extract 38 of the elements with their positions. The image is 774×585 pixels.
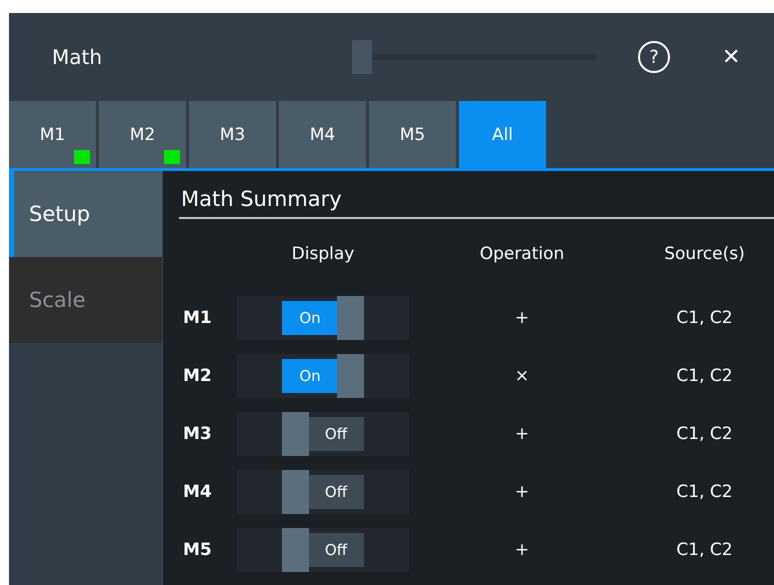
sources-cell-text: C1, C2	[675, 365, 734, 388]
operation-cell-text: +	[514, 539, 530, 562]
operation-cell-text: +	[514, 423, 530, 446]
operation-cell-text: +	[514, 481, 530, 504]
operation-cell-text: +	[514, 307, 530, 330]
row-label: M4	[182, 481, 213, 504]
sidebar-item[interactable]: Scale	[9, 257, 162, 343]
toggle-knob[interactable]	[282, 528, 309, 572]
section-title: Math Summary	[179, 171, 774, 219]
column-header: Source(s)	[663, 243, 746, 266]
tab[interactable]: M1	[9, 101, 96, 168]
sources-cell-text: C1, C2	[675, 423, 734, 446]
sources-cell-text: C1, C2	[675, 539, 734, 562]
toggle-knob[interactable]	[337, 296, 364, 340]
column-header: Operation	[478, 243, 566, 266]
row-label: M5	[182, 539, 213, 562]
toggle-switch[interactable]: Off	[308, 533, 364, 567]
help-button[interactable]: ?	[638, 41, 670, 73]
toggle-switch[interactable]: Off	[308, 417, 364, 451]
row-label: M1	[182, 307, 213, 330]
column-header: Display	[290, 243, 356, 266]
operation-cell-text: ×	[514, 365, 530, 388]
tab[interactable]: M2	[99, 101, 186, 168]
toggle-switch[interactable]: Off	[308, 475, 364, 509]
sidebar-item[interactable]: Setup	[9, 171, 162, 257]
row-label: M3	[182, 423, 213, 446]
window-title: Math	[51, 45, 104, 69]
toggle-knob[interactable]	[337, 354, 364, 398]
sources-cell-text: C1, C2	[675, 481, 734, 504]
sources-cell-text: C1, C2	[675, 307, 734, 330]
tab[interactable]: M3	[189, 101, 276, 168]
toggle-knob[interactable]	[282, 412, 309, 456]
tab[interactable]: M4	[279, 101, 366, 168]
toggle-knob[interactable]	[282, 470, 309, 514]
close-button[interactable]: ✕	[722, 44, 740, 70]
row-label: M2	[182, 365, 213, 388]
tab[interactable]: M5	[369, 101, 456, 168]
slider-thumb[interactable]	[352, 40, 372, 74]
